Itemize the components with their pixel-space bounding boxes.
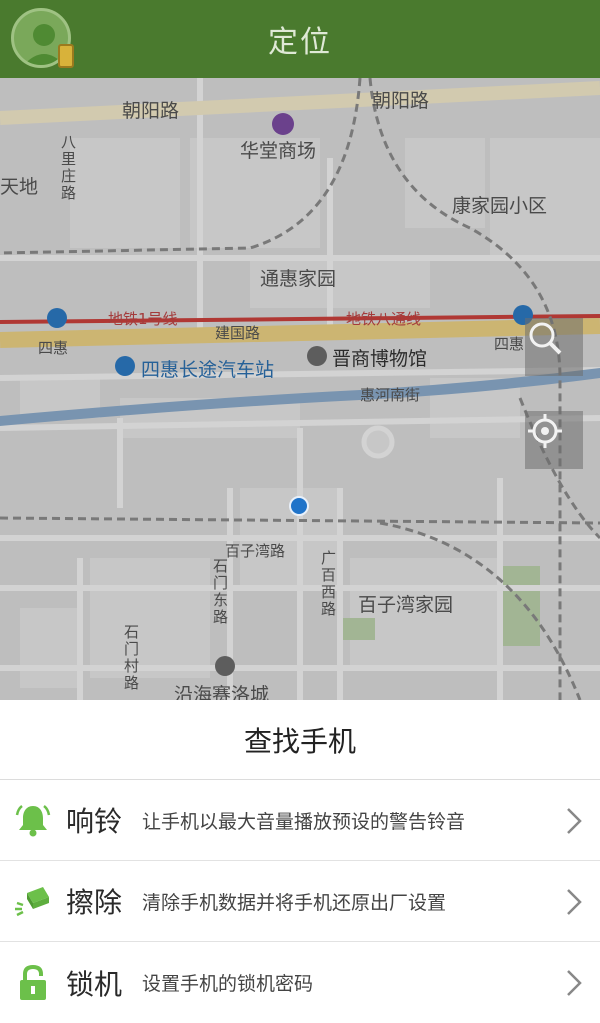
map-label-balizhuang-road: 八里庄路 xyxy=(59,134,77,202)
panel-title: 查找手机 xyxy=(0,700,600,780)
map-label-chaoyang-road: 朝阳路 xyxy=(122,100,180,122)
map-label-baiziwan-road: 百子湾路 xyxy=(225,542,286,560)
map-label-kangjiayuan: 康家园小区 xyxy=(452,195,548,217)
map-label-sihui-west: 四惠 xyxy=(38,339,69,357)
map-label-tiandi: 天地 xyxy=(0,176,39,198)
current-location-marker xyxy=(289,496,309,516)
chevron-right-icon xyxy=(567,808,582,834)
map-label-shimen-east-road: 石门东路 xyxy=(211,558,229,626)
map-label-subway-batong: 地铁八通线 xyxy=(346,310,422,328)
map-canvas xyxy=(0,78,600,700)
phone-badge-icon xyxy=(58,44,74,68)
map-label-shimen-village-road: 石门村路 xyxy=(122,624,140,692)
chevron-right-icon xyxy=(567,970,582,996)
eraser-icon xyxy=(0,883,66,919)
erase-row[interactable]: 擦除 清除手机数据并将手机还原出厂设置 xyxy=(0,861,600,942)
map-label-huatang-mall: 华堂商场 xyxy=(240,140,317,162)
ring-description: 让手机以最大音量播放预设的警告铃音 xyxy=(142,810,466,833)
map-label-tonghui-jiayuan: 通惠家园 xyxy=(260,268,337,290)
map-locate-button[interactable] xyxy=(525,411,583,469)
ring-label: 响铃 xyxy=(66,805,123,838)
map-label-yanhai-saile-city: 沿海赛洛城 xyxy=(174,684,270,700)
map-label-sihui-bus-station: 四惠长途汽车站 xyxy=(141,359,275,381)
map-label-subway-line1: 地铁1号线 xyxy=(108,310,178,328)
search-icon xyxy=(529,322,562,355)
ring-row[interactable]: 响铃 让手机以最大音量播放预设的警告铃音 xyxy=(0,780,600,861)
app-header: 定位 xyxy=(0,0,600,78)
find-phone-panel: 查找手机 响铃 让手机以最大音量播放预设的警告铃音 擦除 清除手机数据并将手机还… xyxy=(0,700,600,1023)
map-label-sihui-east: 四惠 xyxy=(494,335,525,353)
page-title: 定位 xyxy=(268,25,332,60)
lock-label: 锁机 xyxy=(66,967,123,1001)
lock-description: 设置手机的锁机密码 xyxy=(142,973,314,995)
crosshair-icon xyxy=(528,414,562,448)
map-label-jianguo-road: 建国路 xyxy=(215,324,261,342)
map-label-guangbai-west-road: 广百西路 xyxy=(319,550,337,618)
map-label-baiziwan-jiayuan: 百子湾家园 xyxy=(358,594,454,616)
bell-icon xyxy=(0,801,66,839)
chevron-right-icon xyxy=(567,889,582,915)
map-label-jinshang-museum: 晋商博物馆 xyxy=(332,348,428,370)
erase-label: 擦除 xyxy=(66,886,123,919)
map-search-button[interactable] xyxy=(525,318,583,376)
map-label-huihe-south-street: 惠河南街 xyxy=(360,386,421,404)
erase-description: 清除手机数据并将手机还原出厂设置 xyxy=(142,891,447,914)
map-label-chaoyang-road-2: 朝阳路 xyxy=(372,90,430,112)
lock-row[interactable]: 锁机 设置手机的锁机密码 xyxy=(0,942,600,1023)
map-view[interactable]: 朝阳路 朝阳路 华堂商场 天地 八里庄路 康家园小区 通惠家园 地铁1号线 地铁… xyxy=(0,78,600,700)
lock-icon xyxy=(0,964,66,1002)
